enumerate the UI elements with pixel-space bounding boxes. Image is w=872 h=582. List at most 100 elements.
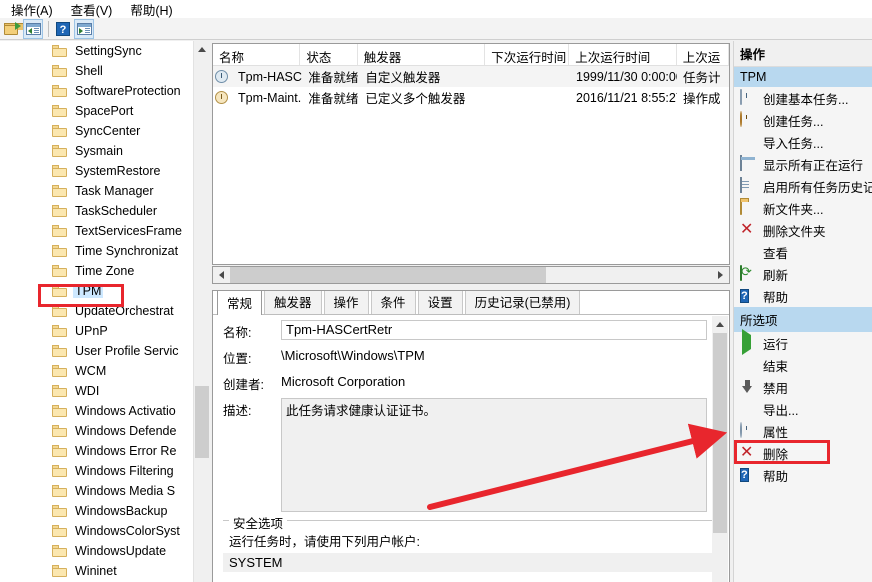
- tree-item-systemrestore[interactable]: SystemRestore: [0, 161, 209, 181]
- glyph: ?: [740, 289, 749, 303]
- tree-item-sysmain[interactable]: Sysmain: [0, 141, 209, 161]
- detail-scrollbar[interactable]: [712, 316, 728, 582]
- column-header-4[interactable]: 上次运行时间: [569, 44, 677, 65]
- tree-item-upnp[interactable]: UPnP: [0, 321, 209, 341]
- description-field[interactable]: 此任务请求健康认证证书。: [281, 398, 707, 512]
- detail-scroll-up-button[interactable]: [712, 316, 728, 332]
- hscroll-left-button[interactable]: [213, 267, 230, 283]
- menu-help[interactable]: 帮助(H): [121, 0, 181, 20]
- glyph: [740, 111, 742, 127]
- action-label: 刷新: [763, 268, 789, 283]
- tab-4[interactable]: 设置: [417, 291, 463, 314]
- hscroll-right-button[interactable]: [712, 267, 729, 283]
- folder-tree[interactable]: SettingSync Shell SoftwareProtection SpaceP…: [0, 41, 209, 582]
- up-folder-button[interactable]: [2, 19, 24, 39]
- no-icon: [740, 244, 756, 260]
- action-help-1-6[interactable]: ? 帮助: [734, 464, 872, 486]
- folder-icon: [52, 105, 67, 117]
- menu-view[interactable]: 查看(V): [62, 0, 122, 20]
- tree-item-windows-media-s[interactable]: Windows Media S: [0, 481, 209, 501]
- folder-icon: [52, 245, 67, 257]
- hscroll-thumb[interactable]: [230, 267, 546, 283]
- column-header-2[interactable]: 触发器: [358, 44, 486, 65]
- tree-item-windows-filtering[interactable]: Windows Filtering: [0, 461, 209, 481]
- tree-item-wininet[interactable]: Wininet: [0, 561, 209, 581]
- tree-item-spaceport[interactable]: SpacePort: [0, 101, 209, 121]
- action-properties-1-4[interactable]: 属性: [734, 420, 872, 442]
- tree-item-windows-activatio[interactable]: Windows Activatio: [0, 401, 209, 421]
- detail-tabs[interactable]: 常规 触发器 操作 条件 设置 历史记录(已禁用): [213, 291, 729, 315]
- author-value: Microsoft Corporation: [281, 374, 406, 389]
- tab-5[interactable]: 历史记录(已禁用): [464, 291, 581, 314]
- action-run-1-0[interactable]: 运行: [734, 329, 872, 355]
- column-header-5[interactable]: 上次运: [677, 44, 729, 65]
- tree-item-taskscheduler[interactable]: TaskScheduler: [0, 201, 209, 221]
- column-header-3[interactable]: 下次运行时间: [485, 44, 570, 65]
- column-header-1[interactable]: 状态: [300, 44, 358, 65]
- action-none-0-2[interactable]: 导入任务...: [734, 131, 872, 153]
- action-none-1-3[interactable]: 导出...: [734, 398, 872, 420]
- tree-item-softwareprotection[interactable]: SoftwareProtection: [0, 81, 209, 101]
- action-show-running-tasks-0-3[interactable]: 显示所有正在运行: [734, 153, 872, 175]
- help-button[interactable]: ?: [53, 19, 73, 39]
- tab-3[interactable]: 条件: [370, 291, 416, 314]
- action-refresh-0-8[interactable]: 刷新: [734, 263, 872, 285]
- tree-item-windows-error-re[interactable]: Windows Error Re: [0, 441, 209, 461]
- task-list-hscrollbar[interactable]: [212, 266, 730, 284]
- tree-item-textservicesframe[interactable]: TextServicesFrame: [0, 221, 209, 241]
- tree-item-shell[interactable]: Shell: [0, 61, 209, 81]
- task-row[interactable]: Tpm-HASC... 准备就绪自定义触发器 1999/11/30 0:00:00 任…: [213, 66, 729, 87]
- action-enable-history-0-4[interactable]: 启用所有任务历史记: [734, 175, 872, 197]
- task-cell-name: Tpm-Maint...: [238, 90, 303, 105]
- action-create-task-0-1[interactable]: 创建任务...: [734, 109, 872, 131]
- name-label: 名称:: [223, 326, 252, 340]
- action-none-0-7[interactable]: 查看: [734, 241, 872, 263]
- tree-scroll-up-button[interactable]: [194, 41, 210, 58]
- action-help-0-9[interactable]: ? 帮助: [734, 285, 872, 307]
- action-label: 启用所有任务历史记: [763, 180, 872, 195]
- action-delete-folder-0-6[interactable]: ✕ 删除文件夹: [734, 219, 872, 241]
- column-header-0[interactable]: 名称: [213, 44, 301, 65]
- detail-scroll-thumb[interactable]: [713, 333, 727, 533]
- tree-item-windowsupdate[interactable]: WindowsUpdate: [0, 541, 209, 561]
- name-field[interactable]: Tpm-HASCertRetr: [281, 320, 707, 340]
- task-cell-name: Tpm-HASC...: [238, 69, 302, 84]
- tree-item-label: WindowsBackup: [75, 504, 168, 518]
- tree-item-user-profile-servic[interactable]: User Profile Servic: [0, 341, 209, 361]
- menu-action[interactable]: 操作(A): [2, 0, 62, 20]
- task-list[interactable]: 名称状态触发器下次运行时间上次运行时间上次运 Tpm-HASC... 准备就绪自定…: [212, 43, 730, 265]
- chevron-up-icon: [198, 47, 206, 52]
- back-button[interactable]: [23, 18, 43, 39]
- tab-0[interactable]: 常规: [217, 291, 263, 315]
- tab-1[interactable]: 触发器: [264, 291, 322, 314]
- tree-item-tpm[interactable]: TPM: [0, 281, 209, 301]
- folder-icon: [52, 465, 67, 477]
- action-create-basic-task-0-0[interactable]: 创建基本任务...: [734, 87, 872, 109]
- tree-item-synccenter[interactable]: SyncCenter: [0, 121, 209, 141]
- tree-item-time-zone[interactable]: Time Zone: [0, 261, 209, 281]
- action-end-1-1[interactable]: 结束: [734, 354, 872, 376]
- tree-item-windows-defende[interactable]: Windows Defende: [0, 421, 209, 441]
- tree-item-windowscolorsyst[interactable]: WindowsColorSyst: [0, 521, 209, 541]
- tree-item-windowsbackup[interactable]: WindowsBackup: [0, 501, 209, 521]
- task-list-body[interactable]: Tpm-HASC... 准备就绪自定义触发器 1999/11/30 0:00:00 任…: [213, 66, 729, 108]
- action-label: 导出...: [763, 403, 799, 418]
- tree-item-task-manager[interactable]: Task Manager: [0, 181, 209, 201]
- tree-scrollbar[interactable]: [193, 41, 209, 582]
- tree-item-time-synchronizat[interactable]: Time Synchronizat: [0, 241, 209, 261]
- forward-button[interactable]: [74, 18, 94, 39]
- tree-item-wdi[interactable]: WDI: [0, 381, 209, 401]
- tree-item-updateorchestrat[interactable]: UpdateOrchestrat: [0, 301, 209, 321]
- action-delete-1-5[interactable]: ✕ 删除: [734, 442, 872, 464]
- glyph: [740, 265, 742, 281]
- tree-item-settingsync[interactable]: SettingSync: [0, 41, 209, 61]
- tree-scroll-thumb[interactable]: [195, 386, 209, 458]
- action-new-folder-0-5[interactable]: 新文件夹...: [734, 197, 872, 219]
- security-options-group: 安全选项 运行任务时，请使用下列用户帐户: SYSTEM: [223, 513, 719, 572]
- actions-list[interactable]: TPM 创建基本任务... 创建任务... 导入任务... 显示所有正在运行 启用所有任务…: [734, 67, 872, 486]
- action-disable-1-2[interactable]: 禁用: [734, 376, 872, 398]
- tab-2[interactable]: 操作: [323, 291, 369, 314]
- action-label: 禁用: [763, 381, 789, 396]
- tree-item-wcm[interactable]: WCM: [0, 361, 209, 381]
- task-row[interactable]: Tpm-Maint... 准备就绪 已定义多个触发器 2016/11/21 8:55:…: [213, 87, 729, 108]
